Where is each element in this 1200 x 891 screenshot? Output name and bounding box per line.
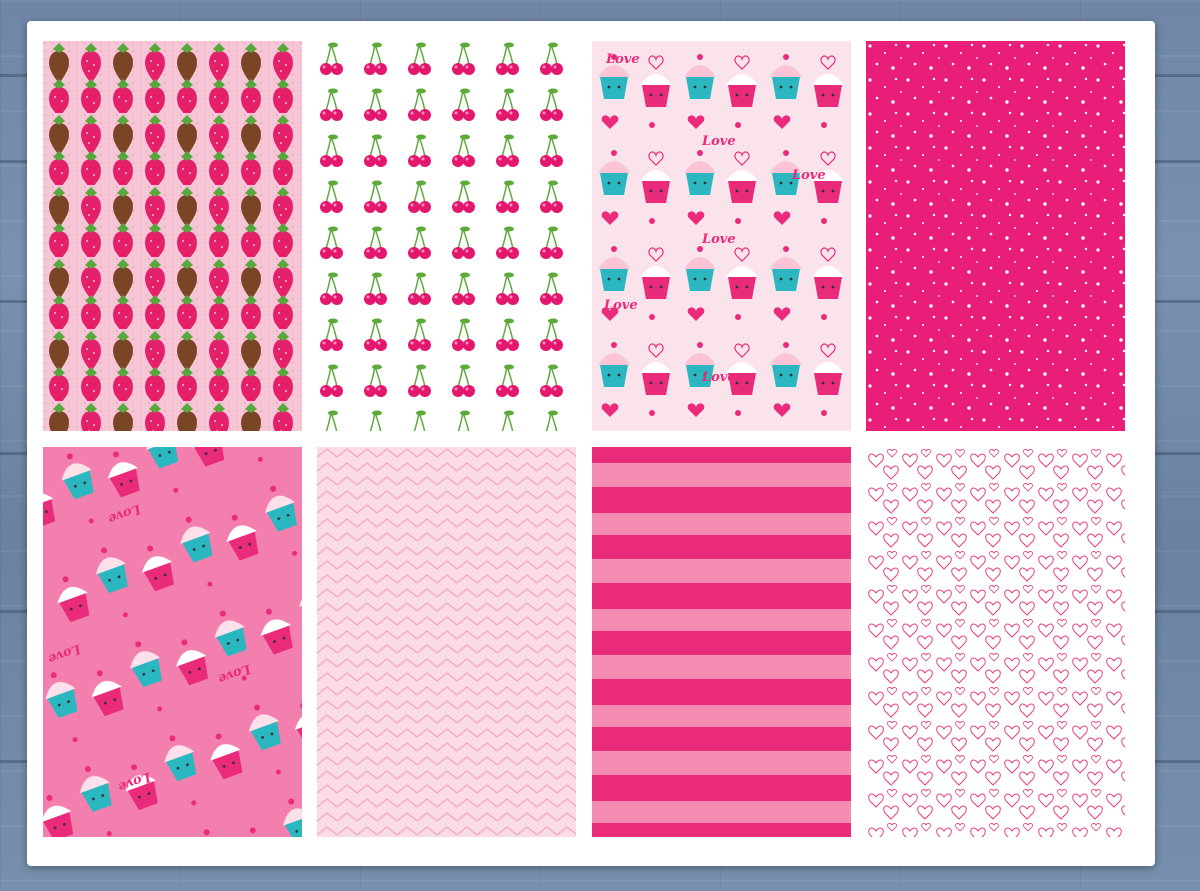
pattern-tile-cupcakes-light: Love Love Love Love Love Love: [592, 41, 851, 431]
pattern-tile-chevron: [317, 447, 576, 837]
pattern-tile-stripes: [592, 447, 851, 837]
love-text: Love: [701, 232, 736, 247]
pattern-tile-cupcakes-pink: Love Love Love Love: [43, 447, 302, 837]
love-text: Love: [605, 52, 640, 67]
paper-sheet: Love Love Love Love Love Love Love Love …: [27, 21, 1155, 866]
love-text: Love: [701, 134, 736, 149]
pattern-tile-cherries: [317, 41, 576, 431]
love-text: Love: [603, 298, 638, 313]
pattern-tile-dots: [866, 41, 1125, 431]
pattern-tile-strawberries: [43, 41, 302, 431]
pattern-tile-hearts: [866, 447, 1125, 837]
love-text: Love: [701, 370, 736, 385]
love-text: Love: [791, 168, 826, 183]
